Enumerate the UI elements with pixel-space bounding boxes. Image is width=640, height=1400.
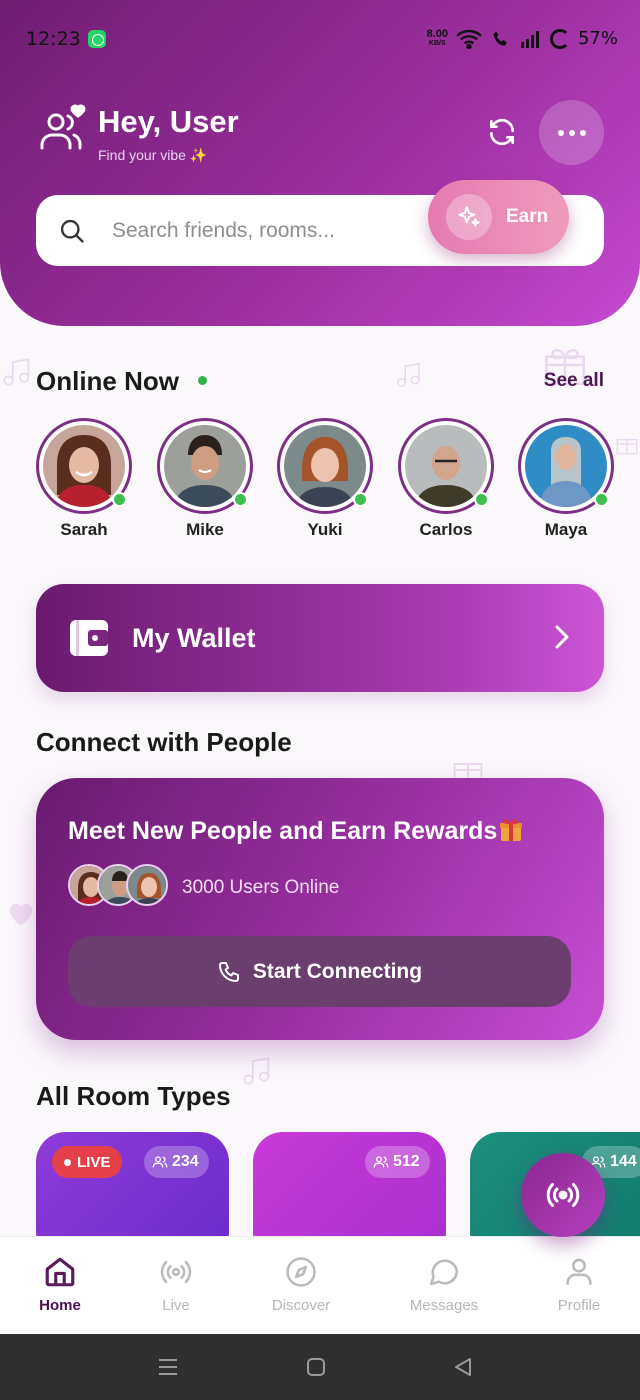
friend-item[interactable]: Sarah — [34, 418, 134, 540]
phone-icon — [218, 961, 239, 982]
nav-discover[interactable]: Discover — [246, 1255, 356, 1314]
nav-label: Profile — [557, 1297, 601, 1314]
status-icons: 8.00 KB/S 57% — [427, 28, 618, 49]
friend-name: Maya — [544, 520, 588, 539]
back-icon[interactable] — [452, 1356, 474, 1378]
network-speed: 8.00 KB/S — [426, 27, 448, 47]
avatar — [157, 418, 253, 514]
greeting-title: Hey, User — [98, 104, 239, 139]
online-status-dot — [233, 492, 248, 507]
nav-label: Home — [39, 1297, 81, 1314]
search-input[interactable] — [112, 218, 412, 243]
nav-live[interactable]: Live — [121, 1255, 231, 1314]
wifi-call-icon — [493, 31, 507, 46]
online-now-title: Online Now — [36, 366, 179, 396]
nav-label: Discover — [271, 1297, 331, 1314]
nav-label: Live — [162, 1297, 190, 1314]
home-icon — [45, 1257, 75, 1287]
broadcast-icon — [546, 1183, 580, 1207]
avatar — [36, 418, 132, 514]
search-icon — [60, 219, 84, 243]
users-online-count: 3000 Users Online — [182, 877, 340, 898]
status-time: 12:23 — [26, 28, 81, 50]
chat-icon — [429, 1259, 459, 1286]
header-banner: 12:23 8.00 KB/S 57% Hey, User Find your v… — [0, 0, 640, 326]
status-bar: 12:23 8.00 KB/S 57% — [0, 26, 640, 56]
friend-name: Mike — [186, 520, 224, 539]
online-status-dot — [353, 492, 368, 507]
home-system-icon[interactable] — [305, 1356, 327, 1378]
compass-icon — [286, 1257, 316, 1287]
nav-messages[interactable]: Messages — [389, 1255, 499, 1314]
nav-label: Messages — [409, 1297, 479, 1314]
live-dot-icon — [64, 1158, 71, 1166]
tagline: Find your vibe ✨ — [98, 147, 208, 163]
signal-icon — [520, 30, 539, 48]
online-indicator — [198, 376, 207, 385]
user-icon — [566, 1258, 592, 1285]
connect-card: Meet New People and Earn Rewards 3000 Us… — [36, 778, 604, 1040]
room-member-count: 234 — [144, 1146, 209, 1178]
friend-item[interactable]: Maya — [516, 418, 616, 540]
system-navigation-bar — [0, 1334, 640, 1400]
earn-label: Earn — [506, 206, 549, 227]
online-status-dot — [594, 492, 609, 507]
users-icon — [152, 1156, 168, 1168]
connect-card-title: Meet New People and Earn Rewards — [68, 816, 523, 846]
avatar — [277, 418, 373, 514]
earn-button[interactable]: Earn — [428, 180, 569, 254]
chevron-right-icon — [555, 625, 569, 649]
more-options-button[interactable] — [539, 100, 604, 165]
avatar — [126, 864, 168, 906]
broadcast-icon — [160, 1260, 192, 1284]
room-member-count: 512 — [365, 1146, 430, 1178]
recent-apps-icon[interactable] — [157, 1356, 179, 1378]
live-badge: LIVE — [52, 1146, 123, 1178]
go-live-fab[interactable] — [521, 1153, 605, 1237]
friend-item[interactable]: Carlos — [396, 418, 496, 540]
users-icon — [373, 1156, 389, 1168]
bottom-navigation: Home Live Discover Messages Profile — [0, 1236, 640, 1334]
whatsapp-notification-icon — [88, 30, 106, 48]
friend-name: Sarah — [60, 520, 108, 539]
wallet-icon — [70, 620, 108, 656]
nav-home[interactable]: Home — [5, 1255, 115, 1314]
room-types-title: All Room Types — [36, 1081, 231, 1111]
refresh-icon[interactable] — [486, 116, 518, 148]
friend-name: Yuki — [307, 520, 343, 539]
avatar — [518, 418, 614, 514]
start-connecting-label: Start Connecting — [252, 959, 423, 983]
sparkles-icon — [446, 194, 492, 240]
friend-name: Carlos — [419, 520, 473, 539]
wallet-label: My Wallet — [132, 622, 256, 653]
avatar — [398, 418, 494, 514]
background-doodle-heart — [9, 903, 33, 926]
friend-item[interactable]: Mike — [155, 418, 255, 540]
battery-icon — [549, 28, 570, 49]
wifi-icon — [456, 29, 482, 49]
battery-percent: 57% — [577, 28, 618, 49]
see-all-link[interactable]: See all — [544, 370, 604, 392]
online-users-avatars — [68, 864, 168, 908]
people-heart-logo-icon — [40, 104, 86, 150]
background-doodle-note — [3, 358, 30, 386]
connect-section-title: Connect with People — [36, 727, 292, 757]
background-doodle-note — [243, 1057, 270, 1085]
my-wallet-button[interactable]: My Wallet — [36, 584, 604, 692]
online-status-dot — [112, 492, 127, 507]
nav-profile[interactable]: Profile — [524, 1255, 634, 1314]
online-status-dot — [474, 492, 489, 507]
gift-icon — [500, 819, 523, 841]
online-friends-list: Sarah Mike Yuki Carlos Maya — [0, 418, 640, 548]
start-connecting-button[interactable]: Start Connecting — [68, 936, 571, 1007]
friend-item[interactable]: Yuki — [275, 418, 375, 540]
background-doodle-note — [397, 362, 420, 387]
